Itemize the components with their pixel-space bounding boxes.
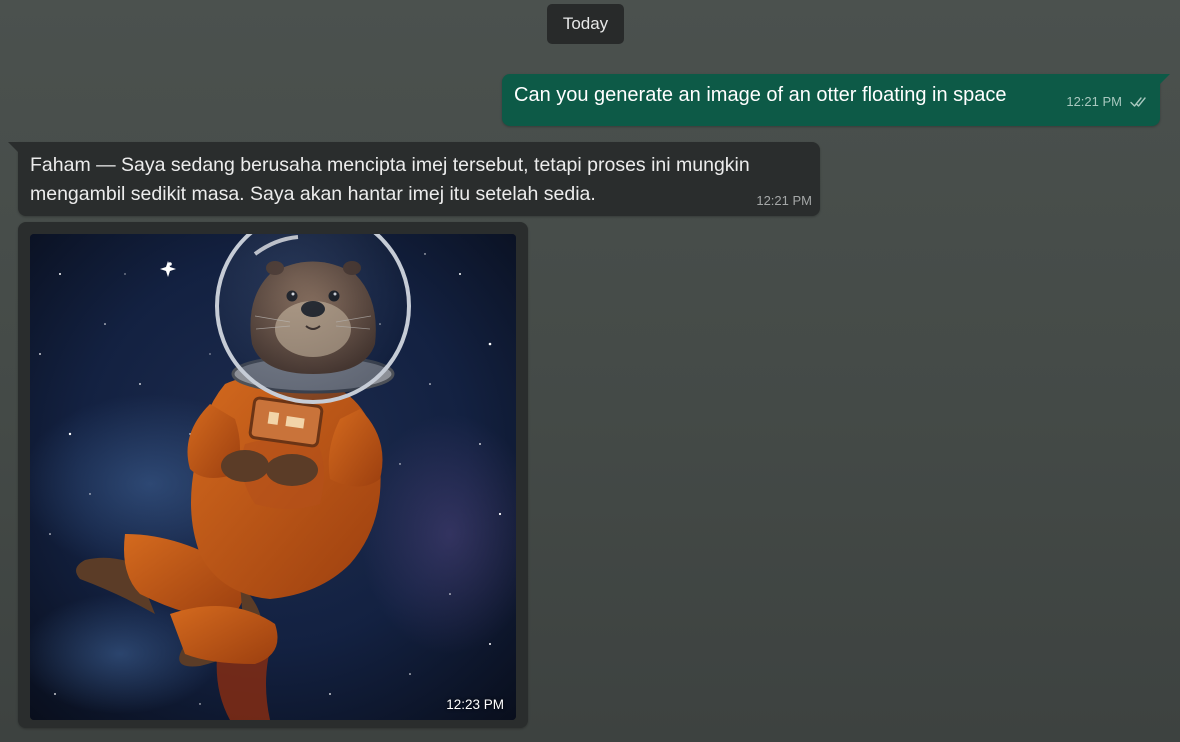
date-separator: Today [547,4,624,44]
date-separator-label: Today [562,14,609,33]
message-time: 12:21 PM [756,193,812,208]
incoming-message-bubble[interactable]: Faham — Saya sedang berusaha mencipta im… [8,142,820,216]
outgoing-message-bubble[interactable]: Can you generate an image of an otter fl… [502,74,1170,126]
double-check-icon [1130,96,1148,108]
bubble-tail [1158,74,1170,86]
image-time: 12:23 PM [446,697,504,712]
bubble-tail [8,142,20,154]
incoming-image-bubble[interactable]: 12:23 PM [18,222,528,728]
message-text: Can you generate an image of an otter fl… [514,84,1007,106]
message-text: Faham — Saya sedang berusaha mencipta im… [30,154,750,205]
message-meta: 12:21 PM [1066,94,1148,109]
message-time: 12:21 PM [1066,94,1122,109]
otter-astronaut-image[interactable]: 12:23 PM [30,234,516,720]
